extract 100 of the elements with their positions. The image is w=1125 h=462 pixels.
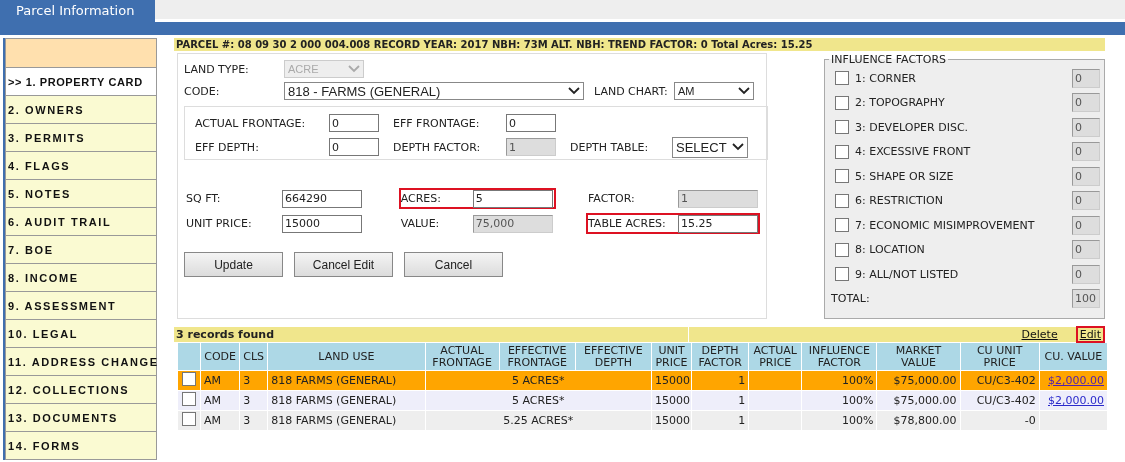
factor-label: 2: TOPOGRAPHY bbox=[855, 96, 946, 110]
table-cell: 818 FARMS (GENERAL) bbox=[271, 374, 397, 387]
form-button[interactable]: Cancel bbox=[404, 252, 503, 277]
sidebar-item[interactable]: 10. LEGAL bbox=[5, 320, 157, 348]
total-field[interactable]: 100 bbox=[1072, 289, 1100, 309]
column-header: ACTUAL FRONTAGE bbox=[425, 342, 500, 371]
sidebar-item[interactable]: 13. DOCUMENTS bbox=[5, 404, 157, 432]
field-label: DEPTH FACTOR: bbox=[393, 140, 482, 154]
sidebar-item[interactable]: 7. BOE bbox=[5, 236, 157, 264]
table-cell: $78,800.00 bbox=[893, 414, 957, 427]
table-row[interactable]: AM 3 818 FARMS (GENERAL) 5.25 ACRES* 15000 1 100% $78,800.00 -0 bbox=[177, 410, 1108, 431]
text-field[interactable]: 1 bbox=[506, 138, 556, 156]
panel-title: INFLUENCE FACTORS bbox=[830, 53, 948, 66]
factor-label: 3: DEVELOPER DISC. bbox=[855, 120, 970, 134]
table-cell: $75,000.00 bbox=[893, 374, 957, 387]
factor-field[interactable]: 0 bbox=[1072, 264, 1100, 284]
factor-label: 7: ECONOMIC MISIMPROVEMENT bbox=[855, 218, 1036, 232]
action-link[interactable]: Delete bbox=[1017, 326, 1062, 343]
field-label: LAND CHART: bbox=[594, 84, 669, 98]
checkbox[interactable] bbox=[182, 412, 196, 426]
factor-field[interactable]: 0 bbox=[1072, 215, 1100, 235]
checkbox[interactable] bbox=[835, 71, 849, 86]
sidebar-item[interactable]: >> 1. PROPERTY CARD bbox=[5, 68, 157, 96]
text-field[interactable]: 0 bbox=[506, 114, 556, 132]
checkbox[interactable] bbox=[835, 95, 849, 110]
factor-label: 1: CORNER bbox=[855, 71, 917, 85]
factor-field[interactable]: 0 bbox=[1072, 166, 1100, 186]
field-label: ACRES: bbox=[400, 192, 442, 205]
sidebar-item[interactable]: 6. AUDIT TRAIL bbox=[5, 208, 157, 236]
table-cell: 1 bbox=[738, 414, 746, 427]
sidebar-item[interactable]: 9. ASSESSMENT bbox=[5, 292, 157, 320]
text-field[interactable]: 0 bbox=[329, 138, 379, 156]
dropdown[interactable]: AM bbox=[674, 82, 754, 100]
text-field[interactable]: 5 bbox=[472, 189, 553, 208]
text-field[interactable]: 75,000 bbox=[472, 214, 553, 233]
text-field[interactable]: 15000 bbox=[282, 214, 362, 233]
checkbox[interactable] bbox=[835, 267, 849, 282]
sidebar-item[interactable]: 3. PERMITS bbox=[5, 124, 157, 152]
table-cell: 100% bbox=[841, 394, 874, 407]
field-label: LAND TYPE: bbox=[184, 62, 250, 76]
factor-label: 9: ALL/NOT LISTED bbox=[855, 267, 960, 281]
table-cell: AM bbox=[204, 374, 222, 387]
factor-label: 8: LOCATION bbox=[855, 243, 926, 257]
text-field[interactable]: 15.25 bbox=[678, 214, 758, 233]
sidebar-item[interactable]: 11. ADDRESS CHANGE bbox=[5, 348, 157, 376]
dropdown[interactable]: 818 - FARMS (GENERAL) bbox=[284, 82, 584, 100]
sidebar-item[interactable]: 4. FLAGS bbox=[5, 152, 157, 180]
factor-field[interactable]: 0 bbox=[1072, 93, 1100, 113]
field-label: FACTOR: bbox=[588, 192, 636, 205]
dropdown[interactable]: SELECT bbox=[672, 136, 748, 158]
factor-field[interactable]: 0 bbox=[1072, 68, 1100, 88]
checkbox[interactable] bbox=[835, 242, 849, 257]
table-cell: AM bbox=[204, 414, 222, 427]
table-cell: 818 FARMS (GENERAL) bbox=[271, 394, 397, 407]
table-row[interactable]: AM 3 818 FARMS (GENERAL) 5 ACRES* 15000 1 100% $75,000.00 CU/C3-402 $2,000.00 bbox=[177, 390, 1108, 411]
column-header: DEPTH FACTOR bbox=[691, 342, 749, 371]
checkbox[interactable] bbox=[835, 169, 849, 184]
form-button[interactable]: Update bbox=[184, 252, 283, 277]
table-cell: 5.25 ACRES* bbox=[503, 414, 574, 427]
column-header: CLS bbox=[239, 342, 268, 371]
table-cell: 3 bbox=[243, 394, 251, 407]
form-button[interactable]: Cancel Edit bbox=[294, 252, 393, 277]
table-cell: 5 ACRES* bbox=[511, 374, 565, 387]
field-label: EFF DEPTH: bbox=[195, 140, 260, 154]
checkbox[interactable] bbox=[835, 193, 849, 208]
text-field[interactable]: 0 bbox=[329, 114, 379, 132]
table-cell: CU/C3-402 bbox=[976, 394, 1036, 407]
field-label: VALUE: bbox=[400, 217, 441, 230]
field-label: UNIT PRICE: bbox=[186, 217, 253, 230]
sidebar-item[interactable]: 5. NOTES bbox=[5, 180, 157, 208]
table-cell: CU/C3-402 bbox=[976, 374, 1036, 387]
checkbox[interactable] bbox=[182, 392, 196, 406]
text-field[interactable]: 1 bbox=[678, 189, 758, 208]
column-header: CU UNIT PRICE bbox=[960, 342, 1040, 371]
factor-label: 6: RESTRICTION bbox=[855, 194, 944, 208]
checkbox[interactable] bbox=[182, 372, 196, 386]
checkbox[interactable] bbox=[835, 144, 849, 159]
sidebar-item[interactable]: 14. FORMS bbox=[5, 432, 157, 460]
column-header: ACTUAL PRICE bbox=[748, 342, 802, 371]
action-link[interactable]: Edit bbox=[1075, 326, 1105, 343]
sidebar-item[interactable]: 8. INCOME bbox=[5, 264, 157, 292]
text-field[interactable]: 664290 bbox=[282, 189, 362, 208]
column-header: CU. VALUE bbox=[1039, 342, 1108, 371]
table-row[interactable]: AM 3 818 FARMS (GENERAL) 5 ACRES* 15000 1 100% $75,000.00 CU/C3-402 $2,000.00 bbox=[177, 370, 1108, 391]
field-label: EFF FRONTAGE: bbox=[393, 116, 481, 130]
factor-field[interactable]: 0 bbox=[1072, 142, 1100, 162]
factor-field[interactable]: 0 bbox=[1072, 240, 1100, 260]
checkbox[interactable] bbox=[835, 218, 849, 233]
table-cell: AM bbox=[204, 394, 222, 407]
factor-field[interactable]: 0 bbox=[1072, 191, 1100, 211]
checkbox[interactable] bbox=[835, 120, 849, 135]
column-header: UNIT PRICE bbox=[651, 342, 692, 371]
table-cell: -0 bbox=[1024, 414, 1036, 427]
table-cell: 15000 bbox=[654, 374, 690, 387]
column-header: CODE bbox=[200, 342, 240, 371]
sidebar-item[interactable]: 2. OWNERS bbox=[5, 96, 157, 124]
window-title: Parcel Information bbox=[0, 0, 155, 22]
sidebar-item[interactable]: 12. COLLECTIONS bbox=[5, 376, 157, 404]
factor-field[interactable]: 0 bbox=[1072, 117, 1100, 137]
column-header: LAND USE bbox=[267, 342, 425, 371]
